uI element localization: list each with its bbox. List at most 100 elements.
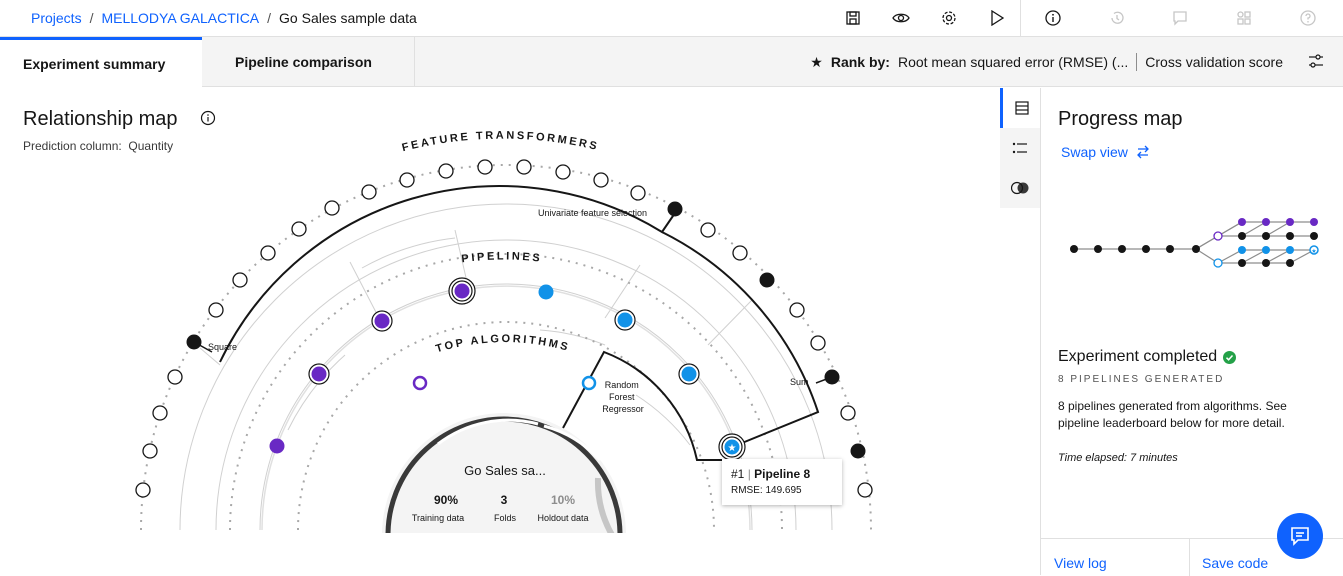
view-icon[interactable]: [889, 6, 913, 30]
transformer-node[interactable]: [789, 302, 805, 318]
transformer-node[interactable]: [232, 272, 248, 288]
pipeline-node[interactable]: [617, 312, 633, 328]
pipeline-node[interactable]: [269, 438, 285, 454]
side-panel-switcher: [1000, 88, 1040, 208]
run-icon[interactable]: [985, 6, 1009, 30]
folds-value: 3: [501, 493, 508, 507]
footer-divider: [1189, 539, 1190, 576]
pipeline-node[interactable]: [374, 313, 390, 329]
breadcrumb-projects-link[interactable]: Projects: [31, 10, 82, 26]
transformer-label-sum: Sum: [790, 377, 809, 387]
transformer-node[interactable]: [324, 200, 340, 216]
progress-node: [1286, 232, 1294, 240]
tooltip-title: #1 | Pipeline 8: [731, 467, 811, 481]
help-icon: [1296, 6, 1320, 30]
tooltip-rank: #1: [731, 467, 745, 481]
tooltip-metric: RMSE: 149.695: [731, 485, 802, 496]
progress-panel-button[interactable]: [1000, 88, 1040, 128]
transformer-node[interactable]: [291, 221, 307, 237]
transformer-node[interactable]: [135, 482, 151, 498]
progress-node: [1238, 232, 1246, 240]
progress-node: [1118, 245, 1126, 253]
transformer-node[interactable]: [810, 335, 826, 351]
breadcrumb-separator: /: [267, 10, 272, 26]
transformer-node[interactable]: [152, 405, 168, 421]
training-label: Training data: [412, 513, 464, 523]
top-algorithms-title: TOP ALGORITHMS: [434, 333, 571, 355]
holdout-value: 10%: [551, 493, 575, 507]
feature-transformers-title: FEATURE TRANSFORMERS: [401, 130, 601, 155]
rank-label: Rank by:: [830, 54, 890, 70]
swap-view-link[interactable]: Swap view: [1061, 144, 1150, 160]
progress-node: [1310, 232, 1318, 240]
compare-panel-button[interactable]: [1000, 168, 1040, 208]
progress-node: [1310, 218, 1318, 226]
status-description: 8 pipelines generated from algorithms. S…: [1058, 399, 1287, 430]
transformer-node[interactable]: [361, 184, 377, 200]
pipeline-node[interactable]: [681, 366, 697, 382]
pipelines-generated: 8 PIPELINES GENERATED: [1058, 374, 1225, 385]
tab-bar: Experiment summary Pipeline comparison ★…: [0, 37, 1343, 87]
transformer-node[interactable]: [208, 302, 224, 318]
progress-node: [1166, 245, 1174, 253]
settings-icon[interactable]: [937, 6, 961, 30]
info-icon[interactable]: [1041, 6, 1065, 30]
comments-icon: [1168, 6, 1192, 30]
transformer-node[interactable]: [840, 405, 856, 421]
algorithm-node[interactable]: [412, 375, 428, 391]
rank-divider: [1136, 53, 1138, 71]
chat-button[interactable]: [1277, 513, 1323, 559]
star-icon: ★: [810, 53, 823, 70]
transformer-node-square[interactable]: [186, 334, 202, 350]
transformer-node[interactable]: [438, 163, 454, 179]
pipeline-node[interactable]: [538, 284, 554, 300]
pipeline-node[interactable]: [311, 366, 327, 382]
transformer-node[interactable]: [700, 222, 716, 238]
transformer-node[interactable]: [477, 159, 493, 175]
transformer-node[interactable]: [167, 369, 183, 385]
view-log-link[interactable]: View log: [1054, 555, 1107, 571]
details-panel-button[interactable]: [1000, 128, 1040, 168]
transformer-node[interactable]: [732, 245, 748, 261]
save-icon[interactable]: [841, 6, 865, 30]
transformer-node[interactable]: [555, 164, 571, 180]
transformer-node[interactable]: [759, 272, 775, 288]
status-text: Experiment completed: [1058, 348, 1218, 365]
progress-node: [1213, 258, 1223, 268]
pipeline-node[interactable]: [454, 283, 470, 299]
transformer-node-univariate[interactable]: [667, 201, 683, 217]
progress-node: [1262, 218, 1270, 226]
relationship-map: FEATURE TRANSFORMERS PIPELINES TOP ALGOR…: [135, 130, 873, 533]
chat-icon: [1291, 527, 1309, 546]
tab-pipeline-comparison[interactable]: Pipeline comparison: [202, 37, 415, 87]
progress-node: [1286, 246, 1294, 254]
algorithm-node-random-forest[interactable]: [581, 375, 597, 391]
transformer-node[interactable]: [399, 172, 415, 188]
tab-label: Pipeline comparison: [235, 54, 372, 70]
components-icon: [1232, 6, 1256, 30]
transformer-node[interactable]: [260, 245, 276, 261]
transformer-node[interactable]: [593, 172, 609, 188]
save-code-link[interactable]: Save code: [1202, 555, 1268, 571]
progress-node: [1192, 245, 1200, 253]
algorithm-label: Random Forest Regressor: [602, 380, 644, 414]
star-icon: ★: [1311, 248, 1316, 255]
checklist-icon: [1012, 142, 1027, 154]
transformer-node-sum[interactable]: [824, 369, 840, 385]
progress-node: [1238, 218, 1246, 226]
transformer-node[interactable]: [516, 159, 532, 175]
tab-label: Experiment summary: [23, 55, 166, 72]
transformer-node[interactable]: [630, 185, 646, 201]
progress-map-title: Progress map: [1058, 108, 1183, 130]
transformer-node[interactable]: [850, 443, 866, 459]
progress-node: [1286, 218, 1294, 226]
sliders-icon[interactable]: [1307, 52, 1325, 75]
transformer-node[interactable]: [857, 482, 873, 498]
breadcrumb-current: Go Sales sample data: [279, 10, 417, 26]
progress-node: [1094, 245, 1102, 253]
transformer-node[interactable]: [142, 443, 158, 459]
breadcrumb-project-link[interactable]: MELLODYA GALACTICA: [101, 10, 259, 26]
highlight-arc-right: [661, 231, 820, 444]
rank-by[interactable]: ★ Rank by: Root mean squared error (RMSE…: [810, 53, 1283, 71]
tab-experiment-summary[interactable]: Experiment summary: [0, 37, 202, 87]
